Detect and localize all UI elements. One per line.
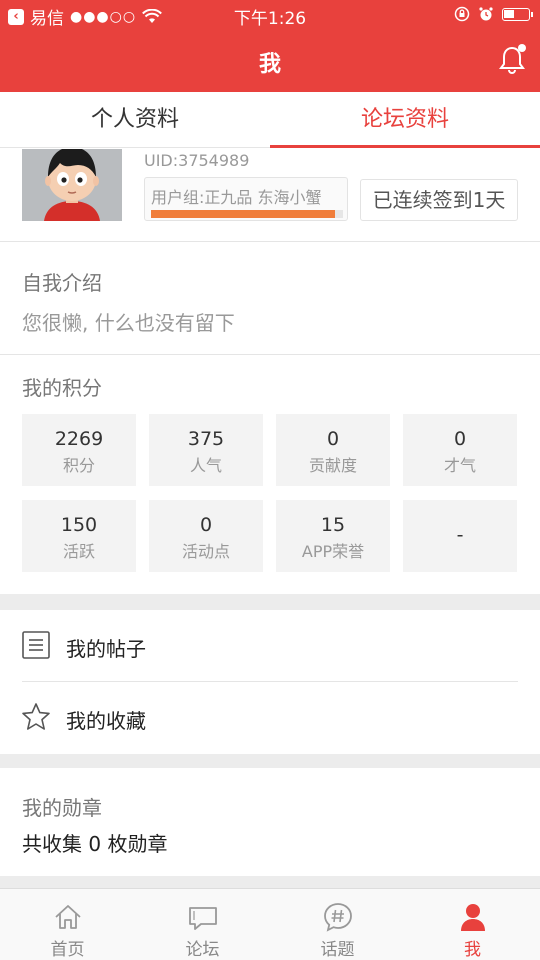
level-progress-bar xyxy=(151,210,343,218)
tab-personal-info[interactable]: 个人资料 xyxy=(0,92,270,147)
page-title: 我 xyxy=(258,52,281,77)
alarm-icon xyxy=(479,7,493,21)
intro-section: 自我介绍 您很懒, 什么也没有留下 xyxy=(0,243,540,355)
section-divider xyxy=(0,754,540,768)
tabbar-label: 首页 xyxy=(50,940,85,960)
points-cell-activity: 150 活跃 xyxy=(22,500,136,572)
points-value: 150 xyxy=(60,514,98,536)
points-label: 贡献度 xyxy=(308,456,357,475)
points-cell-contribution: 0 贡献度 xyxy=(276,414,390,486)
points-label: 积分 xyxy=(62,456,95,475)
points-value: 15 xyxy=(320,514,346,536)
home-icon xyxy=(54,905,81,929)
points-cell-empty: - xyxy=(403,500,517,572)
menu-item-my-favorites[interactable]: 我的收藏 xyxy=(0,682,540,754)
medals-section[interactable]: 我的勋章 共收集 0 枚勋章 xyxy=(0,768,540,876)
tabbar-me[interactable]: 我 xyxy=(405,889,540,960)
section-divider xyxy=(0,594,540,610)
points-value: 0 xyxy=(326,428,340,450)
points-label: 才气 xyxy=(443,456,476,475)
tabbar-label: 话题 xyxy=(320,940,355,960)
tabbar-label: 论坛 xyxy=(185,940,220,960)
avatar-image xyxy=(22,149,122,221)
menu-item-label: 我的收藏 xyxy=(66,709,146,733)
tabbar-home[interactable]: 首页 xyxy=(0,889,135,960)
user-id: UID:3754989 xyxy=(144,151,250,170)
battery-icon xyxy=(502,7,533,21)
tabbar-topics[interactable]: 话题 xyxy=(270,889,405,960)
status-right xyxy=(454,6,533,22)
medals-title: 我的勋章 xyxy=(22,796,102,820)
points-value: 0 xyxy=(453,428,467,450)
status-bar: ‹ 易信 ●●●○○ 下午1:26 xyxy=(0,0,540,30)
points-title: 我的积分 xyxy=(22,376,102,400)
points-value: 0 xyxy=(199,514,213,536)
level-progress-fill xyxy=(151,210,336,218)
checkin-status[interactable]: 已连续签到1天 xyxy=(360,179,518,221)
my-content-menu: 我的帖子 我的收藏 xyxy=(0,610,540,754)
points-label: APP荣誉 xyxy=(301,542,365,561)
points-cell-event-points: 0 活动点 xyxy=(149,500,263,572)
user-group-label: 用户组:正九品 东海小蟹 xyxy=(151,188,322,207)
intro-text: 您很懒, 什么也没有留下 xyxy=(22,311,235,335)
section-divider xyxy=(0,876,540,888)
app: ‹ 易信 ●●●○○ 下午1:26 我 个人资料 论坛资料 UID:375498… xyxy=(0,0,540,960)
points-cell-score: 2269 积分 xyxy=(22,414,136,486)
points-value: - xyxy=(456,524,464,546)
points-section: 我的积分 2269 积分 375 人气 0 贡献度 0 才气 150 活跃 0 … xyxy=(0,356,540,594)
points-label: 活跃 xyxy=(62,542,95,561)
points-cell-popularity: 375 人气 xyxy=(149,414,263,486)
tabbar-label: 我 xyxy=(464,940,481,960)
notification-bell-icon[interactable] xyxy=(496,44,528,76)
points-grid: 2269 积分 375 人气 0 贡献度 0 才气 150 活跃 0 活动点 1… xyxy=(22,414,518,572)
person-icon xyxy=(460,904,485,931)
avatar[interactable] xyxy=(22,149,122,221)
medals-count: 共收集 0 枚勋章 xyxy=(22,832,168,856)
points-label: 人气 xyxy=(189,456,222,475)
profile-section: UID:3754989 用户组:正九品 东海小蟹 已连续签到1天 xyxy=(0,149,540,242)
points-cell-app-honor: 15 APP荣誉 xyxy=(276,500,390,572)
document-icon xyxy=(22,631,50,659)
bottom-tab-bar: 首页 论坛 话题 我 xyxy=(0,888,540,960)
points-label: 活动点 xyxy=(181,542,230,561)
rotation-lock-icon xyxy=(454,6,470,22)
chat-icon xyxy=(188,907,217,930)
nav-bar: 我 xyxy=(0,30,540,92)
points-value: 2269 xyxy=(54,428,104,450)
profile-tabs: 个人资料 论坛资料 xyxy=(0,92,540,148)
tab-forum-info[interactable]: 论坛资料 xyxy=(270,92,540,148)
star-icon xyxy=(22,703,50,730)
points-value: 375 xyxy=(187,428,225,450)
hashtag-icon xyxy=(323,903,352,932)
menu-item-my-posts[interactable]: 我的帖子 xyxy=(0,610,540,682)
menu-item-label: 我的帖子 xyxy=(66,637,146,661)
intro-title: 自我介绍 xyxy=(22,271,102,295)
points-cell-talent: 0 才气 xyxy=(403,414,517,486)
user-group-box: 用户组:正九品 东海小蟹 xyxy=(144,177,348,221)
tabbar-forum[interactable]: 论坛 xyxy=(135,889,270,960)
